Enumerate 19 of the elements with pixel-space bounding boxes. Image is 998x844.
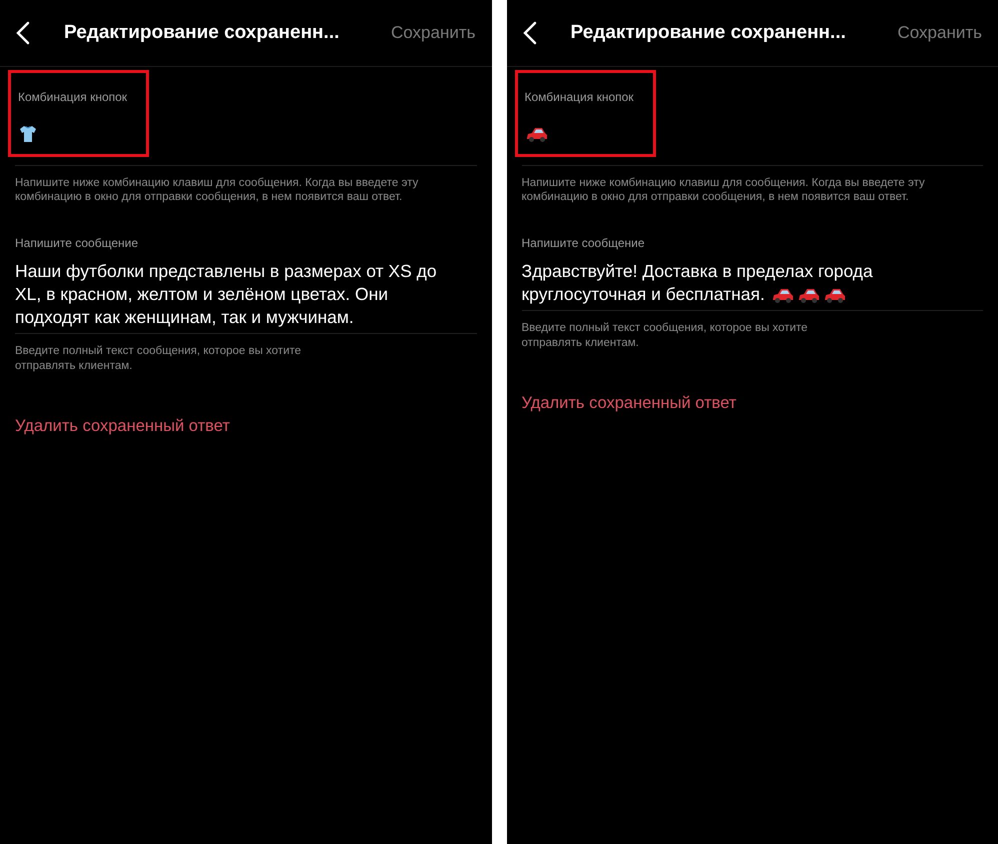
hint-text: Напишите ниже комбинацию клавиш для сообщения. Когда вы введете эту комбинацию в окно для отправки сообщения, в нем появится ваш ответ.	[522, 176, 926, 204]
field-label: Напишите сообщение	[15, 235, 140, 252]
field-label: Напишите сообщение	[522, 235, 646, 252]
screen-title: Редактирование сохраненн...	[570, 20, 846, 45]
hint-text: Введите полный текст сообщения, которое вы хотите отправлять клиентам.	[522, 321, 809, 351]
back-chevron-icon	[16, 21, 30, 45]
field-label: Комбинация кнопок	[524, 89, 635, 106]
screen-title: Редактирование сохраненн...	[64, 20, 340, 45]
message-field[interactable]: Здравствуйте! Доставка в пределах города круглосуточная и бесплатная.	[522, 260, 983, 311]
save-button[interactable]: Сохранить	[898, 20, 982, 46]
shirt-icon	[18, 124, 38, 144]
delete-link[interactable]: Удалить сохраненный ответ	[15, 414, 230, 439]
save-button[interactable]: Сохранить	[391, 20, 476, 46]
delete-link[interactable]: Удалить сохраненный ответ	[522, 391, 736, 416]
hint-text: Напишите ниже комбинацию клавиш для сообщения. Когда вы введете эту комбинацию в окно для отправки сообщения, в нем появится ваш ответ.	[15, 176, 420, 204]
message-field[interactable]: Наши футболки представлены в размерах от XS до XL, в красном, желтом и зелёном цветах. Они подходят как женщинам, так и мужчинам.	[15, 260, 476, 334]
hint-text: Введите полный текст сообщения, которое вы хотите отправлять клиентам.	[15, 344, 302, 374]
back-chevron-icon	[522, 21, 536, 45]
field-label: Комбинация кнопок	[18, 89, 128, 106]
